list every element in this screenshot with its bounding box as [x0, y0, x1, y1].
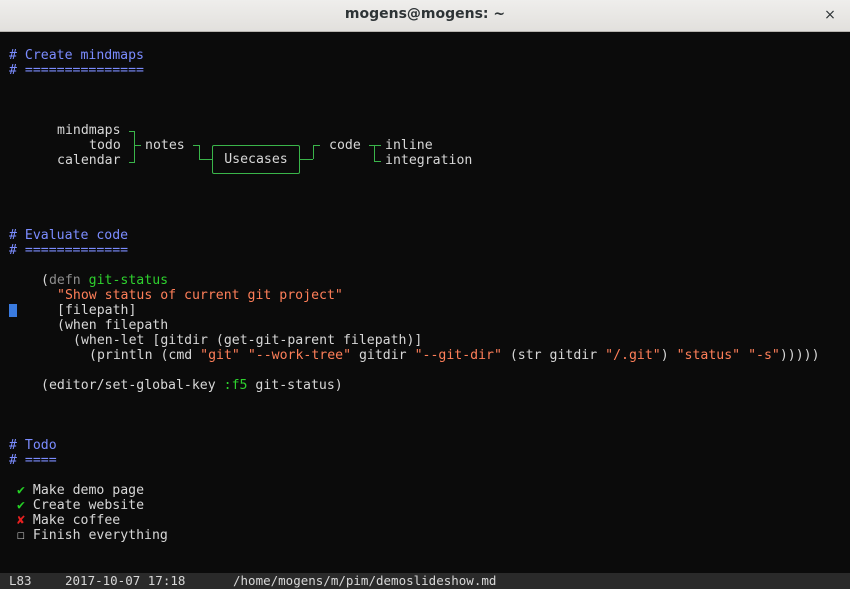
heading-todo: # Todo [9, 438, 57, 453]
code-line: (editor/set-global-key :f5 git-status) [41, 378, 343, 393]
code-keyword: :f5 [223, 378, 248, 393]
code-token: gitdir [351, 348, 415, 363]
code-line: (defn git-status [41, 273, 168, 288]
mindmap-node-code: code [329, 138, 361, 153]
mindmap-connector [300, 159, 313, 160]
code-line: [filepath] [57, 303, 137, 318]
heading-rule: # ==== [9, 453, 57, 468]
heading-rule: # ============= [9, 243, 129, 258]
todo-text: Finish everything [24, 528, 168, 543]
mindmap-node-inline: inline [385, 138, 433, 153]
terminal-area[interactable]: # Create mindmaps # =============== mind… [0, 32, 850, 589]
mindmap-connector [313, 145, 320, 159]
check-icon: ✔ [17, 498, 25, 513]
mindmap-node-usecases: Usecases [212, 145, 300, 174]
window-title: mogens@mogens: ~ [344, 6, 506, 22]
status-file-path: /home/mogens/m/pim/demoslideshow.md [233, 573, 497, 588]
status-bar: L83 2017-10-07 17:18 /home/mogens/m/pim/… [0, 573, 850, 589]
todo-text: Create website [24, 498, 145, 513]
code-function-name: git-status [88, 273, 169, 288]
code-token: ) [660, 348, 677, 363]
code-line: (when filepath [57, 318, 169, 333]
code-keyword: defn [48, 273, 81, 288]
cross-icon: ✘ [17, 513, 25, 528]
mindmap-connector [193, 145, 200, 159]
mindmap-connector [134, 145, 141, 146]
code-string: "-s" [748, 348, 780, 363]
mindmap-connector [374, 145, 381, 162]
mindmap-node-todo: todo [89, 138, 121, 153]
code-string: "--work-tree" [247, 348, 352, 363]
check-icon: ✔ [17, 483, 25, 498]
mindmap-connector [129, 131, 135, 163]
status-line-number: L83 [9, 573, 32, 588]
close-icon[interactable]: × [820, 5, 840, 25]
code-docstring: "Show status of current git project" [57, 288, 343, 303]
code-token: ( [41, 273, 49, 288]
code-string: "/.git" [605, 348, 661, 363]
list-item: ☐ Finish everything [17, 528, 168, 543]
checkbox-empty-icon: ☐ [17, 528, 25, 543]
mindmap-node-mindmaps: mindmaps [57, 123, 121, 138]
code-string: "--git-dir" [414, 348, 502, 363]
list-item: ✔ Create website [17, 498, 144, 513]
mindmap-node-calendar: calendar [57, 153, 121, 168]
code-token: (println (cmd [89, 348, 201, 363]
mindmap-node-integration: integration [385, 153, 473, 168]
code-token: (str gitdir [501, 348, 606, 363]
mindmap-connector [199, 159, 212, 160]
list-item: ✔ Make demo page [17, 483, 144, 498]
code-line: (when-let [gitdir (get-git-parent filepa… [73, 333, 423, 348]
code-token: (editor/set-global-key [41, 378, 224, 393]
code-line: (println (cmd "git" "--work-tree" gitdir… [89, 348, 820, 363]
code-string: "git" [200, 348, 240, 363]
heading-create-mindmaps: # Create mindmaps [9, 48, 144, 63]
heading-evaluate-code: # Evaluate code [9, 228, 129, 243]
code-token: ))))) [779, 348, 820, 363]
status-datetime: 2017-10-07 17:18 [65, 573, 186, 588]
window-titlebar: mogens@mogens: ~ × [0, 0, 850, 32]
heading-rule: # =============== [9, 63, 144, 78]
code-string: "status" [676, 348, 741, 363]
code-token: git-status) [247, 378, 343, 393]
mindmap-node-notes: notes [145, 138, 185, 153]
todo-text: Make demo page [24, 483, 145, 498]
text-cursor [9, 304, 17, 317]
list-item: ✘ Make coffee [17, 513, 120, 528]
todo-text: Make coffee [24, 513, 121, 528]
